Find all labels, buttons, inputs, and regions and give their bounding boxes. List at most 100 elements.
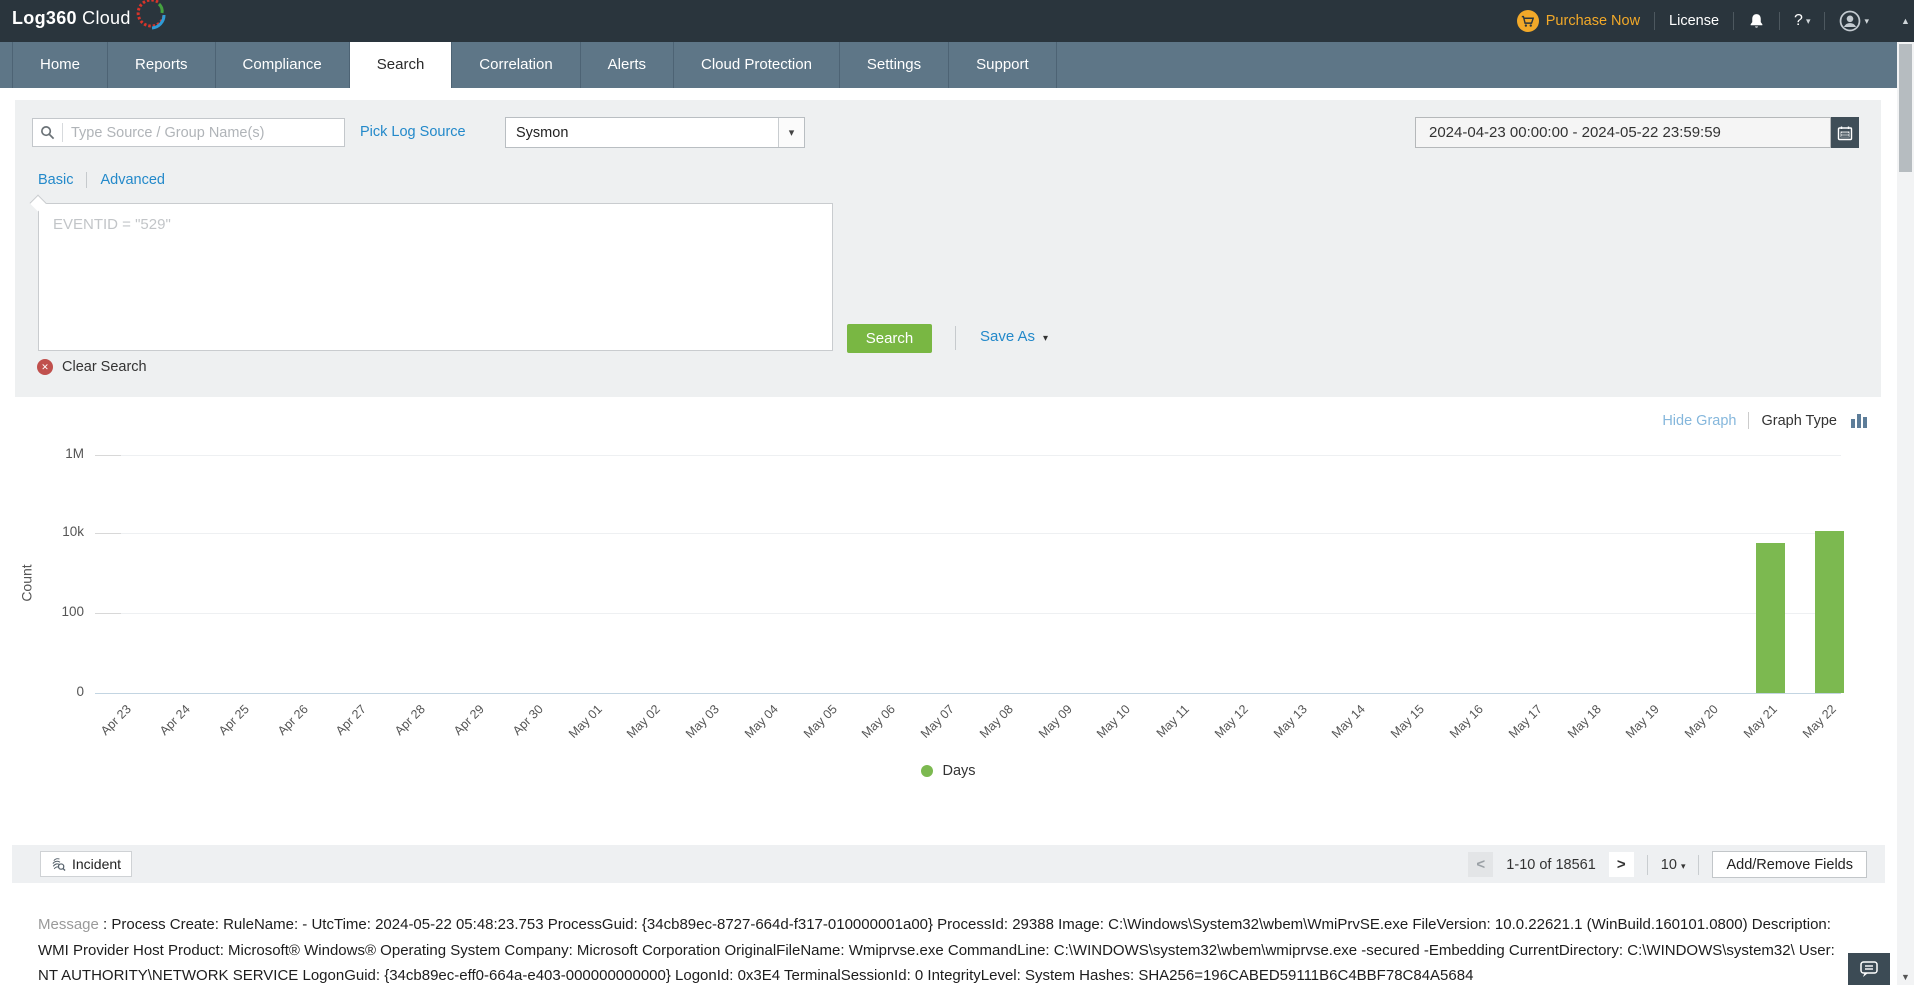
support-chat-button[interactable] (1848, 953, 1890, 985)
incident-label: Incident (72, 856, 122, 872)
y-tick-1m: 1M (65, 446, 84, 461)
search-panel: Pick Log Source Sysmon ▾ 2024-04-23 00:0… (15, 100, 1881, 397)
hide-graph-link[interactable]: Hide Graph (1662, 413, 1736, 429)
mode-divider (86, 172, 88, 188)
gridline (95, 533, 1841, 534)
x-tick-label: May 13 (1270, 702, 1310, 741)
tab-search[interactable]: Search (349, 42, 453, 88)
bar-may-21[interactable] (1755, 543, 1785, 693)
tab-reports[interactable]: Reports (108, 42, 216, 88)
x-tick-label: May 12 (1211, 702, 1251, 741)
x-tick-label: May 11 (1153, 702, 1193, 741)
legend-label: Days (942, 763, 976, 779)
x-tick-label: Apr 27 (333, 702, 370, 738)
save-divider (955, 326, 956, 350)
avatar-icon (1840, 10, 1861, 32)
x-tick-label: May 14 (1329, 702, 1369, 741)
x-tick-label: May 19 (1623, 702, 1663, 741)
chat-bubble-icon (1860, 961, 1878, 977)
log-message-row[interactable]: Message : Process Create: RuleName: - Ut… (38, 912, 1838, 989)
gridline (95, 455, 1841, 456)
tab-settings[interactable]: Settings (840, 42, 950, 88)
graph-ctl-divider (1748, 412, 1750, 429)
y-axis-title: Count (18, 564, 35, 602)
mode-tab-advanced[interactable]: Advanced (100, 172, 165, 188)
page-size-value: 10 (1660, 856, 1677, 873)
log-source-selected-value: Sysmon (516, 124, 569, 141)
message-separator: : (98, 916, 112, 933)
notifications-bell-icon[interactable] (1748, 12, 1765, 30)
graph-type-label: Graph Type (1761, 412, 1837, 429)
clear-search-label: Clear Search (62, 359, 147, 375)
date-range-field[interactable]: 2024-04-23 00:00:00 - 2024-05-22 23:59:5… (1415, 117, 1831, 148)
add-remove-fields-button[interactable]: Add/Remove Fields (1712, 851, 1867, 878)
prev-page-button[interactable]: < (1468, 852, 1494, 877)
scroll-up-icon[interactable]: ▲ (1897, 0, 1914, 42)
clear-search-button[interactable]: ✕ Clear Search (37, 359, 147, 375)
x-tick-label: May 16 (1447, 702, 1486, 741)
tab-cloud-protection[interactable]: Cloud Protection (674, 42, 840, 88)
next-page-button[interactable]: > (1608, 852, 1634, 877)
save-as-button[interactable]: Save As ▾ (980, 328, 1048, 345)
results-toolbar: Incident < 1-10 of 18561 > 10 ▾ Add/Remov… (12, 845, 1885, 883)
source-search-input[interactable] (63, 124, 344, 141)
logo-text-secondary: Cloud (82, 8, 131, 28)
x-tick-label: Apr 25 (215, 702, 252, 738)
scrollbar-thumb[interactable] (1899, 44, 1912, 172)
pagination-count: 1-10 of 18561 (1506, 856, 1596, 873)
license-link[interactable]: License (1669, 13, 1719, 29)
x-tick-label: May 08 (976, 702, 1016, 741)
tab-compliance[interactable]: Compliance (216, 42, 350, 88)
x-tick-label: Apr 24 (157, 702, 194, 738)
x-tick-label: May 02 (624, 702, 664, 741)
message-text: Process Create: RuleName: - UtcTime: 202… (38, 916, 1835, 984)
query-input[interactable] (38, 203, 833, 351)
y-tick-10k: 10k (62, 524, 84, 539)
tab-home[interactable]: Home (12, 42, 109, 88)
purchase-now-label: Purchase Now (1545, 13, 1641, 29)
incident-button[interactable]: Incident (40, 851, 133, 877)
x-tick-label: Apr 30 (509, 702, 546, 738)
tab-alerts[interactable]: Alerts (581, 42, 675, 88)
x-tick-label: May 20 (1682, 702, 1721, 741)
log-source-select[interactable]: Sysmon ▾ (505, 117, 805, 148)
header-divider (1779, 12, 1781, 30)
x-tick-label: Apr 23 (98, 702, 135, 738)
tab-support[interactable]: Support (949, 42, 1057, 88)
logo-swirl-icon (136, 0, 166, 30)
x-tick-label: May 18 (1564, 702, 1604, 741)
page-scrollbar[interactable]: ▲ ▼ (1897, 0, 1914, 985)
x-tick-label: May 04 (741, 702, 781, 741)
logo-text-primary: Log360 (12, 8, 77, 28)
app-logo: Log360 Cloud (12, 8, 131, 29)
header-divider (1733, 12, 1735, 30)
purchase-now-button[interactable]: Purchase Now (1516, 10, 1641, 32)
x-tick-label: May 03 (683, 702, 722, 741)
pick-log-source-link[interactable]: Pick Log Source (360, 124, 466, 140)
x-tick-label: Apr 26 (274, 702, 311, 738)
x-tick-label: May 22 (1799, 702, 1839, 741)
user-account-menu[interactable]: ▾ (1839, 10, 1869, 32)
help-icon: ? (1794, 12, 1803, 29)
calendar-icon[interactable] (1831, 117, 1859, 148)
page-size-select[interactable]: 10 ▾ (1661, 857, 1686, 873)
pager-divider (1698, 854, 1700, 875)
gridline (95, 613, 1841, 614)
x-tick-label: May 09 (1035, 702, 1075, 741)
save-as-label: Save As (980, 328, 1036, 345)
chart-legend: Days (0, 763, 1897, 779)
header-divider (1654, 12, 1656, 30)
x-tick-label: May 21 (1740, 702, 1780, 741)
bar-chart-icon[interactable] (1851, 413, 1867, 428)
cart-icon (1516, 10, 1539, 32)
bar-may-22[interactable] (1814, 530, 1844, 693)
x-tick-label: May 01 (565, 702, 605, 741)
header-divider (1824, 12, 1826, 30)
x-tick-label: May 06 (859, 702, 899, 741)
help-menu[interactable]: ? ▾ (1794, 12, 1810, 30)
chevron-down-icon: ▾ (1864, 15, 1869, 26)
tab-correlation[interactable]: Correlation (452, 42, 581, 88)
mode-tab-basic[interactable]: Basic (38, 172, 73, 188)
scroll-down-icon[interactable]: ▼ (1897, 972, 1914, 982)
search-button[interactable]: Search (847, 324, 932, 353)
